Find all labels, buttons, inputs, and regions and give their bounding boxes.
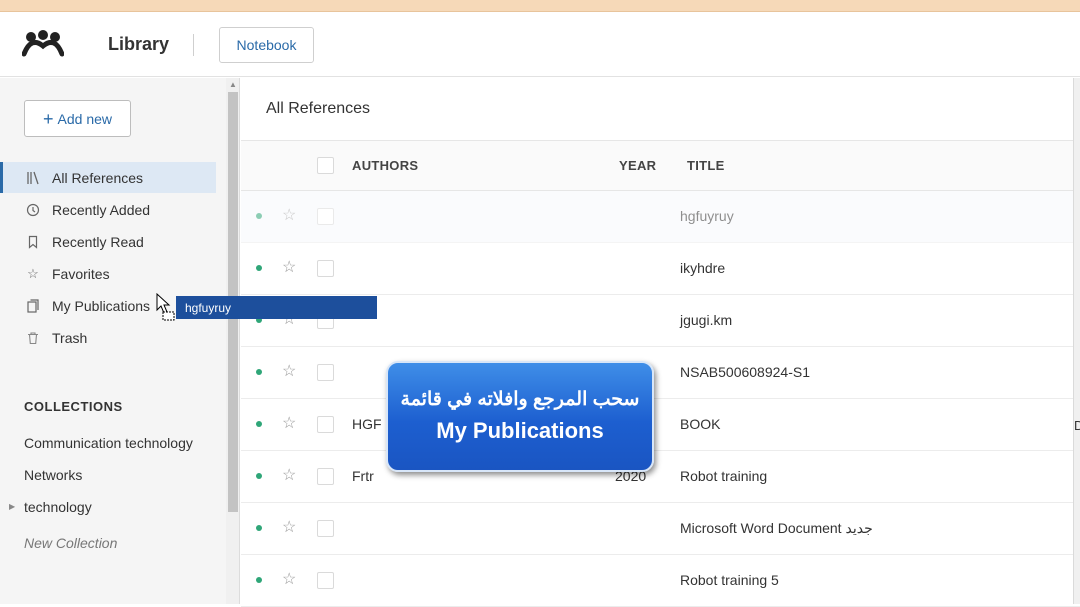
- tutorial-callout: سحب المرجع وافلاته في قائمة My Publicati…: [386, 361, 654, 472]
- clock-icon: [24, 201, 42, 219]
- row-checkbox[interactable]: [317, 208, 334, 225]
- publication-icon: [24, 297, 42, 315]
- favorite-star-icon[interactable]: ☆: [282, 205, 296, 225]
- unread-dot-icon: [256, 577, 262, 583]
- favorite-star-icon[interactable]: ☆: [282, 257, 296, 277]
- scroll-up-arrow-icon[interactable]: ▲: [229, 80, 237, 89]
- right-panel-edge: [1073, 78, 1080, 604]
- cell-authors: Frtr: [352, 468, 374, 484]
- favorite-star-icon[interactable]: ☆: [282, 465, 296, 485]
- header-divider: [193, 34, 194, 56]
- expand-caret-icon[interactable]: ▶: [9, 502, 15, 511]
- sidebar-item-recently-read[interactable]: Recently Read: [0, 226, 216, 257]
- row-checkbox[interactable]: [317, 364, 334, 381]
- notebook-button[interactable]: Notebook: [219, 27, 314, 63]
- table-row[interactable]: ☆ hgfuyruy: [241, 191, 1080, 243]
- unread-dot-icon: [256, 525, 262, 531]
- sidebar-item-recently-added[interactable]: Recently Added: [0, 194, 216, 225]
- callout-line-arabic: سحب المرجع وافلاته في قائمة: [400, 389, 640, 410]
- column-header-title[interactable]: TITLE: [687, 158, 725, 173]
- drag-cursor-icon: [156, 293, 175, 321]
- row-checkbox[interactable]: [317, 468, 334, 485]
- favorite-star-icon[interactable]: ☆: [282, 569, 296, 589]
- window-top-strip: [0, 0, 1080, 12]
- unread-dot-icon: [256, 473, 262, 479]
- collections-heading: COLLECTIONS: [24, 399, 123, 414]
- table-row[interactable]: ☆ HGF BOOK: [241, 399, 1080, 451]
- app-title[interactable]: Library: [108, 34, 169, 55]
- plus-icon: +: [43, 108, 54, 129]
- select-all-checkbox[interactable]: [317, 157, 334, 174]
- truncated-column-text: D: [1074, 418, 1080, 433]
- cell-title: Microsoft Word Document جديد: [680, 520, 873, 536]
- drag-preview-chip: hgfuyruy: [176, 296, 377, 319]
- unread-dot-icon: [256, 265, 262, 271]
- cell-title: NSAB500608924-S1: [680, 364, 810, 380]
- row-checkbox[interactable]: [317, 572, 334, 589]
- trash-icon: [24, 329, 42, 347]
- table-header: AUTHORS YEAR TITLE: [241, 140, 1080, 191]
- cell-title: Robot training 5: [680, 572, 779, 588]
- collection-item[interactable]: technology: [24, 499, 92, 515]
- sidebar-item-label: Trash: [52, 329, 88, 346]
- table-row[interactable]: ☆ NSAB500608924-S1: [241, 347, 1080, 399]
- column-header-year[interactable]: YEAR: [619, 158, 656, 173]
- cell-title: hgfuyruy: [680, 208, 734, 224]
- new-collection-link[interactable]: New Collection: [24, 535, 117, 551]
- sidebar-item-favorites[interactable]: ☆ Favorites: [0, 258, 216, 289]
- table-row[interactable]: ☆ Robot training 5: [241, 555, 1080, 607]
- sidebar-item-label: Recently Added: [52, 201, 151, 218]
- table-row[interactable]: ☆ Frtr 2020 Robot training: [241, 451, 1080, 503]
- column-header-authors[interactable]: AUTHORS: [352, 158, 418, 173]
- library-icon: [24, 169, 42, 187]
- cell-title: BOOK: [680, 416, 721, 432]
- callout-line-english: My Publications: [436, 418, 604, 443]
- references-panel: All References AUTHORS YEAR TITLE ☆ hgfu…: [241, 78, 1080, 607]
- cell-title: ikyhdre: [680, 260, 726, 276]
- sidebar-item-trash[interactable]: Trash: [0, 322, 216, 353]
- add-new-label: Add new: [57, 110, 112, 127]
- favorite-star-icon[interactable]: ☆: [282, 413, 296, 433]
- sidebar-scrollbar[interactable]: ▲: [226, 78, 240, 604]
- add-new-button[interactable]: + Add new: [24, 100, 131, 137]
- unread-dot-icon: [256, 213, 262, 219]
- page-title: All References: [266, 100, 371, 117]
- collection-item[interactable]: Communication technology: [24, 435, 193, 451]
- sidebar-item-label: All References: [52, 169, 144, 186]
- mendeley-logo-icon[interactable]: [22, 30, 64, 58]
- collection-item[interactable]: Networks: [24, 467, 82, 483]
- cell-authors: HGF: [352, 416, 382, 432]
- cell-title: jgugi.km: [680, 312, 733, 328]
- table-row[interactable]: ☆ ikyhdre: [241, 243, 1080, 295]
- favorite-star-icon[interactable]: ☆: [282, 361, 296, 381]
- sidebar-item-label: Favorites: [52, 265, 110, 282]
- unread-dot-icon: [256, 421, 262, 427]
- unread-dot-icon: [256, 369, 262, 375]
- sidebar-item-label: My Publications: [52, 297, 151, 314]
- sidebar-item-all-references[interactable]: All References: [0, 162, 216, 193]
- sidebar-item-label: Recently Read: [52, 233, 144, 250]
- star-icon: ☆: [27, 265, 39, 281]
- row-checkbox[interactable]: [317, 520, 334, 537]
- row-checkbox[interactable]: [317, 416, 334, 433]
- row-checkbox[interactable]: [317, 260, 334, 277]
- table-row[interactable]: ☆ Microsoft Word Document جديد: [241, 503, 1080, 555]
- bookmark-icon: [24, 233, 42, 251]
- app-header: Library Notebook: [0, 12, 1080, 77]
- sidebar: + Add new All References Recently Added …: [0, 78, 226, 604]
- favorite-star-icon[interactable]: ☆: [282, 517, 296, 537]
- cell-title: Robot training: [680, 468, 768, 484]
